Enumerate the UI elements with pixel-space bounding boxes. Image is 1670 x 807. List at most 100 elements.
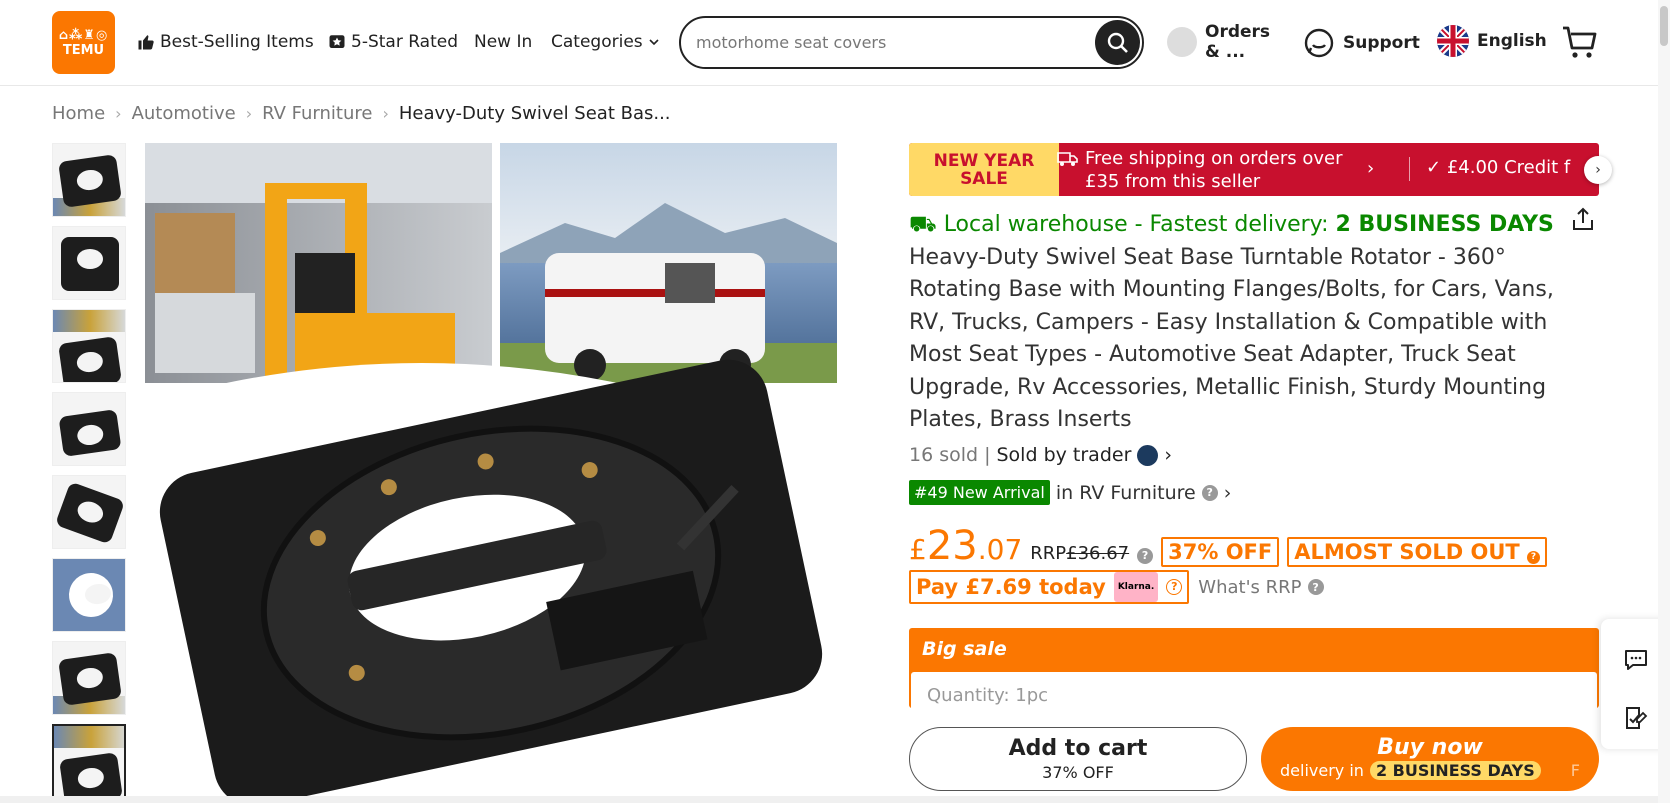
star-badge-icon xyxy=(329,35,345,48)
nav-categories[interactable]: Categories xyxy=(551,32,660,52)
whats-rrp[interactable]: What's RRP ? xyxy=(1198,577,1324,598)
breadcrumb-separator: › xyxy=(382,104,389,123)
share-button[interactable] xyxy=(1570,206,1596,236)
sold-info: 16 sold | Sold by trader › xyxy=(909,444,1172,466)
breadcrumb-rv-furniture[interactable]: RV Furniture xyxy=(262,103,372,124)
edit-note-icon xyxy=(1626,707,1648,729)
main-product-image[interactable] xyxy=(145,143,837,803)
chevron-right-icon: › xyxy=(1595,162,1601,178)
rank-info[interactable]: #49 New Arrival in RV Furniture ? › xyxy=(909,480,1231,505)
rank-category: in RV Furniture xyxy=(1055,481,1196,504)
chevron-right-icon: › xyxy=(1367,158,1375,179)
pay-today-text: Pay £7.69 today xyxy=(916,575,1106,599)
trader-badge-icon xyxy=(1137,444,1159,466)
nav-best-selling[interactable]: Best-Selling Items xyxy=(137,32,314,52)
credit-text: £4.00 Credit f xyxy=(1446,157,1571,178)
breadcrumb-home[interactable]: Home xyxy=(52,103,105,124)
chat-button[interactable] xyxy=(1623,647,1649,673)
thumbnail[interactable] xyxy=(52,558,126,632)
breadcrumb: Home › Automotive › RV Furniture › Heavy… xyxy=(52,103,671,124)
product-title: Heavy-Duty Swivel Seat Base Turntable Ro… xyxy=(909,244,1554,433)
thumbnail[interactable] xyxy=(52,226,126,300)
breadcrumb-separator: › xyxy=(245,104,253,123)
help-icon: ? xyxy=(1201,484,1218,501)
add-to-cart-button[interactable]: Add to cart 37% OFF xyxy=(909,727,1247,791)
thumbnail[interactable] xyxy=(52,143,126,217)
big-sale-label: Big sale xyxy=(922,638,1007,660)
almost-sold-out-badge: ALMOST SOLD OUT ? xyxy=(1287,537,1548,567)
delivery-prefix: Local warehouse - Fastest delivery: xyxy=(943,212,1329,237)
nav-new-in[interactable]: New In xyxy=(474,32,532,52)
search-button[interactable] xyxy=(1095,20,1140,65)
new-arrival-tag: #49 New Arrival xyxy=(909,480,1050,505)
nav-categories-label: Categories xyxy=(551,32,643,52)
support-chat-icon xyxy=(1304,28,1334,58)
support-link[interactable]: Support xyxy=(1303,27,1420,59)
delivery-days: 2 BUSINESS DAYS xyxy=(1335,212,1554,237)
rrp: RRP£36.67 xyxy=(1030,543,1129,564)
pay-row: Pay £7.69 today Klarna. ? What's RRP ? xyxy=(909,570,1324,604)
help-icon[interactable]: ? xyxy=(1137,547,1154,564)
thumbnail-selected[interactable] xyxy=(52,724,126,798)
chevron-right-icon[interactable]: › xyxy=(1164,444,1172,466)
price-row: £ 23 .07 RRP£36.67 ? 37% OFF ALMOST SOLD… xyxy=(909,523,1548,569)
thumbnail[interactable] xyxy=(52,309,126,383)
chat-icon xyxy=(1625,650,1647,670)
price-decimal: .07 xyxy=(977,533,1023,566)
check-icon: ✓ xyxy=(1426,157,1442,178)
orders-account[interactable]: Orders & ... xyxy=(1167,22,1285,62)
rrp-value: £36.67 xyxy=(1066,543,1130,564)
buy-now-label: Buy now xyxy=(1377,735,1483,760)
avatar xyxy=(1167,27,1197,57)
big-sale-box: Big sale Quantity: 1pc xyxy=(909,628,1599,708)
sold-count: 16 sold xyxy=(909,444,979,466)
nav-best-selling-label: Best-Selling Items xyxy=(160,32,314,52)
product-title-block: ⛟ Local warehouse - Fastest delivery: 2 … xyxy=(909,209,1559,437)
buy-now-delivery-days: 2 BUSINESS DAYS xyxy=(1369,761,1541,780)
sale-line-1: NEW YEAR xyxy=(933,151,1035,171)
banner-next-button[interactable]: › xyxy=(1584,156,1612,184)
almost-sold-out-text: ALMOST SOLD OUT xyxy=(1294,540,1520,564)
search-input[interactable] xyxy=(696,33,1076,52)
product-photo xyxy=(145,143,837,803)
logo-glyphs: ⌂⁂♜◎ xyxy=(58,27,109,43)
language-label: English xyxy=(1477,31,1547,51)
uk-flag-icon xyxy=(1437,25,1469,57)
logo-text: TEMU xyxy=(62,42,105,58)
thumbnail[interactable] xyxy=(52,392,126,466)
support-label: Support xyxy=(1343,33,1420,53)
feedback-button[interactable] xyxy=(1623,705,1649,731)
klarna-logo: Klarna. xyxy=(1113,572,1159,602)
free-shipping-promo[interactable]: Free shipping on orders over £35 from th… xyxy=(1057,147,1347,193)
add-to-cart-discount: 37% OFF xyxy=(1042,763,1114,782)
nav-five-star[interactable]: 5-Star Rated xyxy=(328,32,458,52)
nav-new-in-label: New In xyxy=(474,32,533,52)
quantity-selector[interactable]: Quantity: 1pc xyxy=(911,672,1597,708)
page-bottom-edge xyxy=(0,796,1658,803)
credit-promo[interactable]: ✓ £4.00 Credit f xyxy=(1426,157,1570,178)
buy-now-delivery-prefix: delivery in xyxy=(1280,761,1364,780)
help-icon[interactable]: ? xyxy=(1527,550,1541,564)
breadcrumb-automotive[interactable]: Automotive xyxy=(132,103,236,124)
chevron-right-icon: › xyxy=(1223,481,1232,504)
cart-button[interactable] xyxy=(1561,24,1599,66)
sold-by-trader[interactable]: Sold by trader xyxy=(997,444,1132,466)
help-icon: ? xyxy=(1166,579,1183,595)
thumbnail-list xyxy=(52,143,126,807)
page-scrollbar[interactable] xyxy=(1658,0,1670,803)
thumbnail[interactable] xyxy=(52,475,126,549)
rrp-label: RRP xyxy=(1030,543,1067,564)
temu-logo[interactable]: ⌂⁂♜◎ TEMU xyxy=(52,11,115,74)
buy-now-button[interactable]: Buy now delivery in 2 BUSINESS DAYS F xyxy=(1261,727,1599,791)
truck-icon xyxy=(1057,152,1078,166)
scrollbar-thumb[interactable] xyxy=(1660,6,1668,46)
new-year-sale-badge: NEW YEAR SALE xyxy=(909,143,1059,196)
warehouse-icon: ⛟ xyxy=(909,212,937,237)
language-selector[interactable]: English xyxy=(1437,25,1547,57)
thumbnail[interactable] xyxy=(52,641,126,715)
buy-now-trailing: F xyxy=(1570,761,1580,780)
share-icon xyxy=(1573,207,1593,230)
klarna-pay-today[interactable]: Pay £7.69 today Klarna. ? xyxy=(909,570,1190,604)
orders-label: Orders & ... xyxy=(1205,22,1271,62)
add-to-cart-label: Add to cart xyxy=(1008,736,1148,761)
